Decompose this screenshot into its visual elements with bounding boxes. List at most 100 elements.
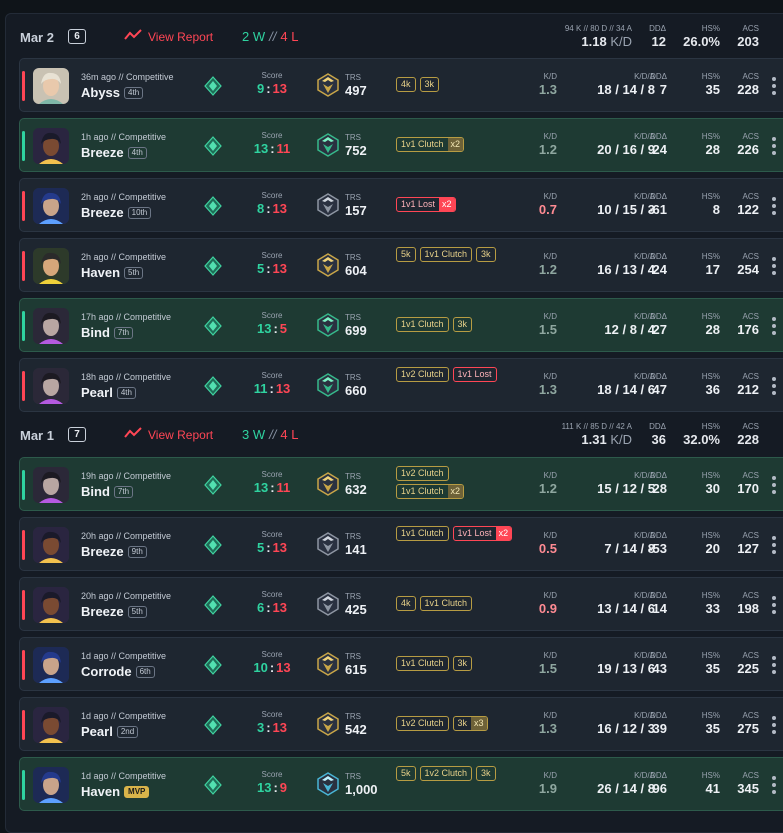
score-value: 13:11 (254, 141, 291, 156)
match-row[interactable]: 1d ago // Competitive Pearl 2nd Score 3:13 TR… (19, 697, 783, 751)
kebab-menu-icon[interactable] (772, 596, 776, 614)
stat-kd: K/D 1.2 (515, 131, 557, 158)
highlight-tag-label: 3k (481, 768, 491, 778)
stat-hs-value: 35 (705, 82, 720, 97)
highlight-tag-label: 3k (481, 249, 491, 259)
kebab-menu-icon[interactable] (772, 716, 776, 734)
kebab-menu-icon[interactable] (772, 137, 776, 155)
kebab-dot (772, 151, 776, 155)
rank-gem-icon (204, 655, 222, 675)
kebab-dot (772, 776, 776, 780)
highlight-tags: 4k 1v1 Clutch (396, 596, 516, 611)
match-score: Score 13:11 (242, 130, 302, 156)
highlight-tag-label: 1v1 Lost (457, 369, 492, 379)
stat-kd: K/D 1.9 (515, 770, 557, 797)
kebab-menu-icon[interactable] (772, 257, 776, 275)
stat-acs-label: ACS (742, 372, 759, 381)
match-row[interactable]: 2h ago // Competitive Haven 5th Score 5:13 TR… (19, 238, 783, 292)
match-row[interactable]: 20h ago // Competitive Breeze 9th Score 5:13… (19, 517, 783, 571)
kebab-dot (772, 324, 776, 328)
stat-dda: DDΔ 7 (642, 71, 667, 98)
day-dda-summary: DDΔ 12 (640, 24, 666, 50)
placement-badge: 2nd (116, 725, 139, 738)
kebab-menu-icon[interactable] (772, 776, 776, 794)
kebab-dot (772, 490, 776, 494)
placement-badge: 7th (113, 326, 134, 339)
result-bar-win (22, 770, 25, 800)
kebab-menu-icon[interactable] (772, 317, 776, 335)
stat-dda-label: DDΔ (650, 651, 667, 660)
trs-value: 699 (345, 323, 367, 338)
trending-chart-icon (124, 427, 142, 442)
day-kd-summary: 94 K // 80 D // 34 A 1.18 K/D (520, 24, 632, 50)
stat-kd-label: K/D (543, 312, 557, 321)
highlight-tag: 1v2 Clutch (396, 367, 449, 382)
match-meta: 1d ago // Competitive Pearl 2nd (81, 711, 166, 739)
kebab-menu-icon[interactable] (772, 197, 776, 215)
stat-kd-label: K/D (543, 591, 557, 600)
highlight-tag-label: 1v1 Clutch (401, 658, 444, 668)
trs-value: 660 (345, 383, 367, 398)
view-report-label[interactable]: View Report (148, 30, 213, 44)
rank-gem-icon (204, 136, 222, 156)
trs-value: 1,000 (345, 782, 378, 797)
kebab-menu-icon[interactable] (772, 476, 776, 494)
placement-badge: 9th (127, 545, 147, 558)
result-bar-win (22, 470, 25, 500)
kebab-menu-icon[interactable] (772, 536, 776, 554)
trs-rank-emblem-icon (316, 771, 340, 797)
kebab-menu-icon[interactable] (772, 656, 776, 674)
trs-score: TRS 542 (345, 711, 367, 737)
highlight-tags: 5k 1v1 Clutch 3k (396, 247, 516, 262)
match-row[interactable]: 17h ago // Competitive Bind 7th Score 13:5 TR… (19, 298, 783, 352)
match-score: Score 11:13 (242, 370, 302, 396)
kebab-menu-icon[interactable] (772, 377, 776, 395)
map-name: Haven (81, 784, 121, 799)
stat-dda-label: DDΔ (650, 372, 667, 381)
enemy-score: 13 (275, 381, 291, 396)
stat-acs-value: 170 (737, 481, 759, 496)
rank-gem-icon (204, 715, 222, 735)
stat-dda: DDΔ 14 (642, 590, 667, 617)
stat-acs: ACS 176 (725, 311, 759, 338)
stat-acs: ACS 122 (725, 191, 759, 218)
highlight-tag: 3k (452, 317, 473, 332)
match-row[interactable]: 1h ago // Competitive Breeze 4th Score 13:11… (19, 118, 783, 172)
agent-portrait (33, 368, 69, 404)
day-hs-summary: HS% 32.0% (672, 422, 720, 448)
match-row[interactable]: 36m ago // Competitive Abyss 4th Score 9:13 T… (19, 58, 783, 112)
kebab-dot (772, 197, 776, 201)
highlight-tag-label: 3k (457, 718, 468, 728)
match-row[interactable]: 18h ago // Competitive Pearl 4th Score 11:13… (19, 358, 783, 412)
match-row[interactable]: 1d ago // Competitive Corrode 6th Score 10:1… (19, 637, 783, 691)
stat-hs: HS% 30 (685, 470, 720, 497)
view-report-link[interactable]: View Report (124, 427, 213, 442)
day-acs-value: 203 (737, 34, 759, 49)
match-row[interactable]: 2h ago // Competitive Breeze 10th Score 8:13… (19, 178, 783, 232)
kebab-menu-icon[interactable] (772, 77, 776, 95)
day-kd-label: K/D (610, 432, 632, 447)
agent-portrait (33, 308, 69, 344)
day-hs-label: HS% (701, 422, 720, 431)
stat-dda: DDΔ 39 (642, 710, 667, 737)
placement-badge: 5th (124, 266, 144, 279)
match-row[interactable]: 1d ago // Competitive Haven MVP Score 13:9 TR… (19, 757, 783, 811)
match-row[interactable]: 19h ago // Competitive Bind 7th Score 13:11 T… (19, 457, 783, 511)
highlight-tag-multiplier: x2 (495, 527, 512, 540)
team-score: 13 (256, 321, 272, 336)
stat-acs-value: 345 (737, 781, 759, 796)
trs-rank-emblem-icon (316, 132, 340, 158)
stat-hs-label: HS% (701, 471, 720, 480)
stat-hs-value: 36 (705, 382, 720, 397)
match-row[interactable]: 20h ago // Competitive Breeze 5th Score 6:13… (19, 577, 783, 631)
team-score: 13 (256, 780, 272, 795)
view-report-link[interactable]: View Report (124, 29, 213, 44)
stat-kd-label: K/D (543, 651, 557, 660)
view-report-label[interactable]: View Report (148, 428, 213, 442)
highlight-tag-label: 3k (457, 319, 468, 329)
stat-hs-value: 20 (705, 541, 720, 556)
stat-acs: ACS 225 (725, 650, 759, 677)
stat-kd-label: K/D (543, 711, 557, 720)
stat-dda: DDΔ 47 (642, 371, 667, 398)
trs-rank-emblem-icon (316, 471, 340, 497)
